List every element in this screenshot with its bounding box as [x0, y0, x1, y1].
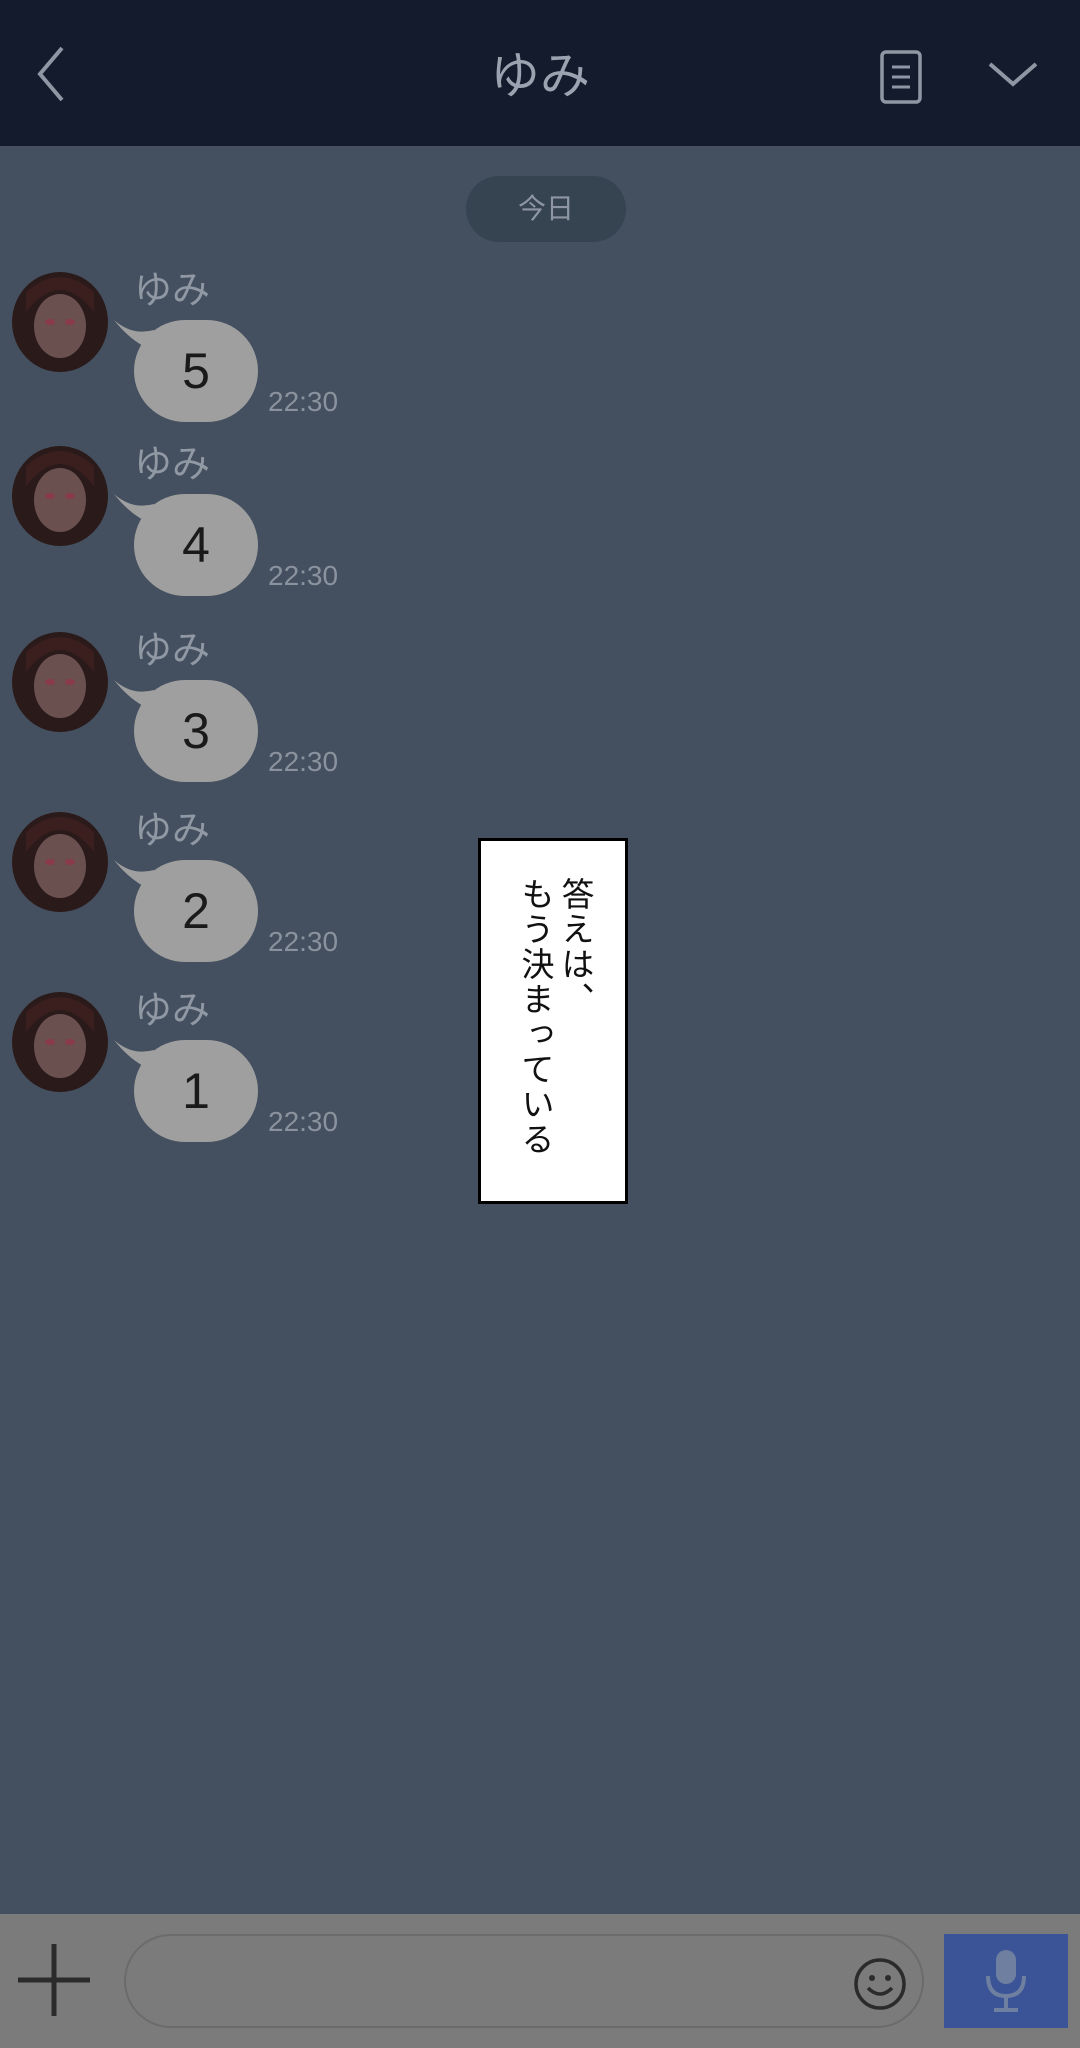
- sender-name: ゆみ: [134, 442, 211, 486]
- chat-header: ゆみ: [0, 0, 1080, 146]
- message-row: ゆみ 1 22:30: [0, 988, 420, 1162]
- caption-line-1: 答えは、: [556, 877, 595, 1017]
- message-text: 4: [182, 517, 210, 573]
- attach-button[interactable]: [16, 1942, 92, 2018]
- message-time: 22:30: [268, 560, 339, 591]
- message-row: ゆみ 4 22:30: [0, 442, 420, 616]
- avatar[interactable]: [12, 446, 108, 546]
- message-text: 5: [182, 343, 210, 399]
- message-row: ゆみ 2 22:30: [0, 808, 420, 982]
- message-row: ゆみ 5 22:30: [0, 268, 420, 442]
- menu-toggle-button[interactable]: [984, 52, 1042, 96]
- microphone-icon: [986, 1950, 1026, 2012]
- sender-name: ゆみ: [134, 808, 211, 852]
- note-icon: [880, 50, 922, 104]
- avatar[interactable]: [12, 272, 108, 372]
- sender-name: ゆみ: [134, 628, 211, 672]
- avatar[interactable]: [12, 992, 108, 1092]
- notes-button[interactable]: [872, 50, 930, 106]
- message-text: 3: [182, 703, 210, 759]
- message-time: 22:30: [268, 386, 339, 417]
- message-time: 22:30: [268, 746, 339, 777]
- date-divider: 今日: [466, 176, 626, 242]
- voice-button[interactable]: [944, 1934, 1068, 2028]
- plus-icon: [18, 1944, 90, 2016]
- sender-name: ゆみ: [134, 268, 211, 312]
- emoji-button[interactable]: [852, 1956, 908, 2012]
- message-row: ゆみ 3 22:30: [0, 628, 420, 802]
- avatar[interactable]: [12, 632, 108, 732]
- message-time: 22:30: [268, 926, 339, 957]
- message-input[interactable]: [124, 1934, 924, 2028]
- caption-box: 答えは、 もう決まっている: [478, 838, 628, 1204]
- sender-name: ゆみ: [134, 988, 211, 1032]
- avatar[interactable]: [12, 812, 108, 912]
- message-text: 1: [182, 1063, 210, 1119]
- message-time: 22:30: [268, 1106, 339, 1137]
- input-bar: [0, 1914, 1080, 2048]
- message-text: 2: [182, 883, 210, 939]
- caption-line-2: もう決まっている: [516, 877, 555, 1157]
- chevron-down-icon: [988, 62, 1038, 87]
- smiley-icon: [854, 1958, 906, 2010]
